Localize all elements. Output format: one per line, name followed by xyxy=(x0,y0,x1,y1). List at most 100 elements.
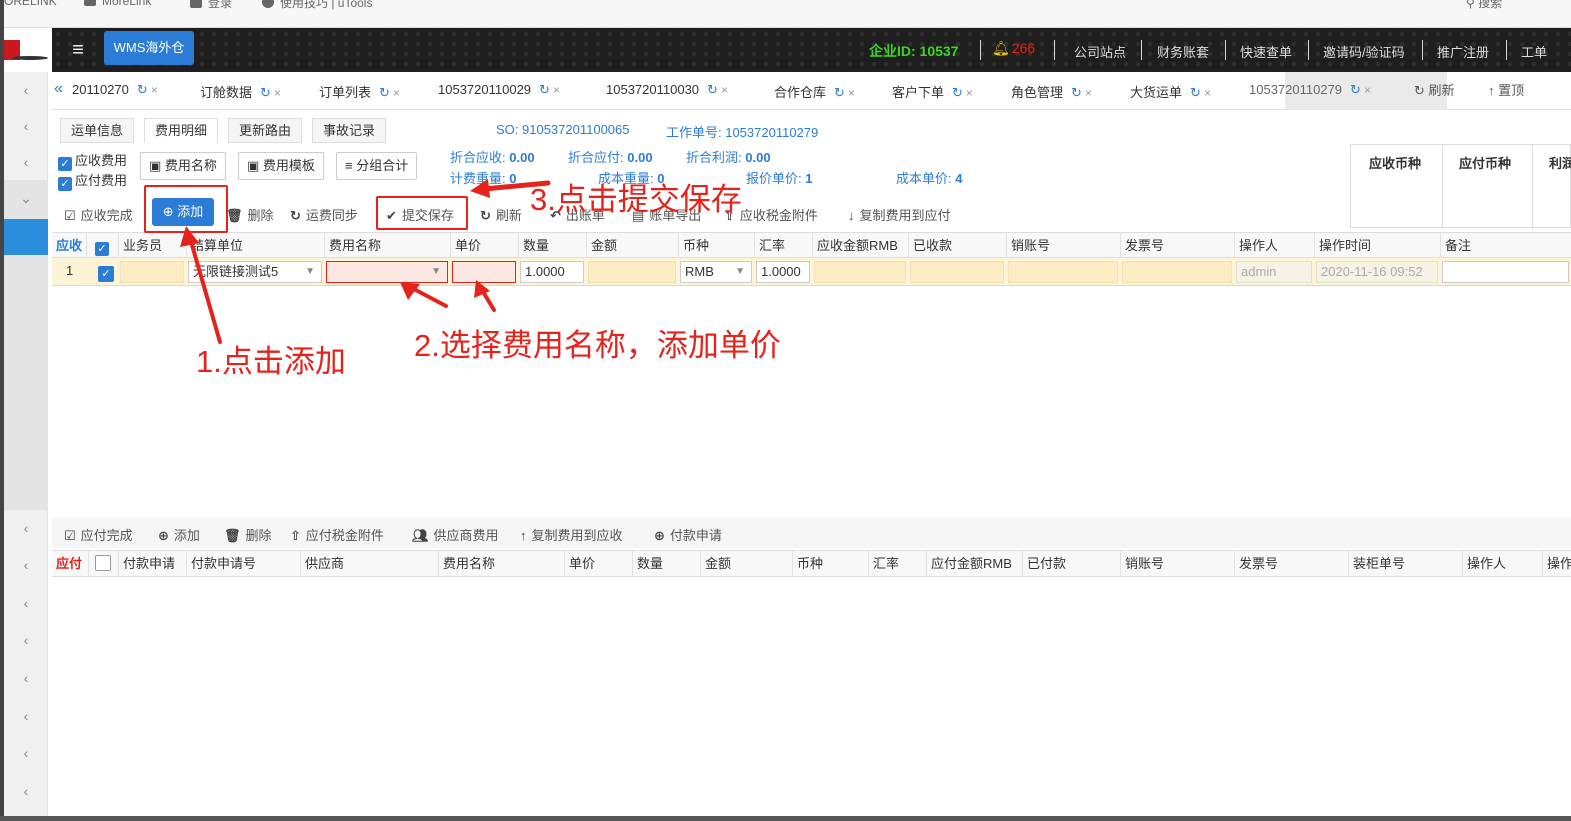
tabs-pin-top-button[interactable]: ↑ 置顶 xyxy=(1488,80,1524,99)
tabs-refresh-button[interactable]: ↻ 刷新 xyxy=(1414,80,1455,99)
payable-add-button[interactable]: ⊕ 添加 xyxy=(158,525,200,544)
notifications[interactable]: 🔔︎ 266 xyxy=(992,40,1035,57)
close-icon[interactable]: × xyxy=(151,83,158,97)
header-link-finance[interactable]: 财务账套 xyxy=(1157,42,1209,61)
copy-to-receivable-button[interactable]: ↑ 复制费用到应收 xyxy=(520,525,623,544)
close-icon[interactable]: × xyxy=(1204,86,1211,100)
payment-request-button[interactable]: ⊕ 付款申请 xyxy=(654,525,722,544)
hamburger-menu-icon[interactable]: ≡ xyxy=(66,38,90,62)
checkbox-checked[interactable]: ✓ xyxy=(95,242,109,256)
fee-template-button[interactable]: ▣ 费用模板 xyxy=(238,152,324,180)
close-icon[interactable]: × xyxy=(721,83,728,97)
sidebar-expand-icon[interactable]: ‹ xyxy=(4,698,48,734)
subtab-fee-detail[interactable]: 费用明细 xyxy=(144,118,219,143)
refresh-button[interactable]: ↻ 刷新 xyxy=(480,205,522,224)
refresh-icon[interactable]: ↻ xyxy=(379,85,390,100)
receivable-done-button[interactable]: ☑ 应收完成 xyxy=(64,205,133,224)
table-row[interactable]: 1 ✓ 无限链接测试5 ▼ ▼ 1.0000 RMB ▼ 1.0000 admin … xyxy=(52,258,1571,286)
refresh-icon[interactable]: ↻ xyxy=(1071,85,1082,100)
sidebar-expand-icon[interactable]: ‹ xyxy=(4,585,48,621)
sidebar-expand-icon[interactable]: ‹ xyxy=(4,735,48,771)
tab-partner-warehouse[interactable]: 合作仓库 ↻ × xyxy=(774,82,855,101)
sidebar-expand-icon[interactable]: ‹ xyxy=(4,547,48,583)
payable-fee-checkbox[interactable]: ✓ 应付费用 xyxy=(58,170,127,191)
refresh-icon[interactable]: ↻ xyxy=(539,82,550,97)
subtab-update-route[interactable]: 更新路由 xyxy=(228,118,303,143)
tab-order-list[interactable]: 订单列表 ↻ × xyxy=(319,82,400,101)
salesperson-cell[interactable] xyxy=(120,261,184,283)
browser-search[interactable]: ⚲ 搜索 xyxy=(1466,0,1502,11)
rate-input[interactable]: 1.0000 xyxy=(756,261,810,283)
refresh-icon[interactable]: ↻ xyxy=(137,82,148,97)
checkbox-checked[interactable]: ✓ xyxy=(98,266,114,282)
close-icon[interactable]: × xyxy=(966,86,973,100)
payable-select-all-checkbox[interactable] xyxy=(88,551,118,576)
unit-price-input[interactable] xyxy=(452,261,516,283)
row-checkbox[interactable]: ✓ xyxy=(94,261,116,283)
page-tabs: « 20110270 ↻ × 订舱数据 ↻ × 订单列表 ↻ × 1053720110029… xyxy=(52,72,1571,110)
wms-badge[interactable]: WMS海外仓 xyxy=(104,31,194,65)
bookmark-morelink[interactable]: MoreLink xyxy=(84,0,151,8)
tabs-scroll-left-icon[interactable]: « xyxy=(54,80,63,98)
tab-role-management[interactable]: 角色管理 ↻ × xyxy=(1011,82,1092,101)
sidebar-expand-icon[interactable]: ‹ xyxy=(4,144,48,180)
tab-20110270[interactable]: 20110270 ↻ × xyxy=(72,82,158,98)
header-link-invite-code[interactable]: 邀请码/验证码 xyxy=(1323,42,1405,61)
close-icon[interactable]: × xyxy=(274,86,281,100)
checkbox-checked[interactable]: ✓ xyxy=(58,157,72,171)
payable-done-button[interactable]: ☑ 应付完成 xyxy=(64,525,133,544)
payable-tax-attachment-button[interactable]: ⇧ 应付税金附件 xyxy=(290,525,384,544)
sidebar-collapse-icon[interactable]: ⌄ xyxy=(4,180,48,216)
header-link-ticket[interactable]: 工单 xyxy=(1521,42,1547,61)
tab-1053720110029[interactable]: 1053720110029 ↻ × xyxy=(438,82,560,98)
currency-select[interactable]: RMB ▼ xyxy=(680,261,752,283)
tab-booking-data[interactable]: 订舱数据 ↻ × xyxy=(200,82,281,101)
sidebar-item-active[interactable] xyxy=(4,219,48,255)
sidebar-expand-icon[interactable]: ‹ xyxy=(4,773,48,809)
subtab-waybill-info[interactable]: 运单信息 xyxy=(60,118,135,143)
select-value: RMB xyxy=(685,264,714,279)
refresh-icon[interactable]: ↻ xyxy=(260,85,271,100)
sidebar-expand-icon[interactable]: ‹ xyxy=(4,510,48,546)
tab-customer-order[interactable]: 客户下单 ↻ × xyxy=(892,82,973,101)
bookmark-utools[interactable]: 使用技巧 | uTools xyxy=(262,0,372,11)
fee-name-button[interactable]: ▣ 费用名称 xyxy=(140,152,226,180)
header-link-company-site[interactable]: 公司站点 xyxy=(1074,42,1126,61)
subtab-incident-record[interactable]: 事故记录 xyxy=(312,118,387,143)
close-icon[interactable]: × xyxy=(848,86,855,100)
bookmark-orelink[interactable]: ORELINK xyxy=(4,0,57,8)
sidebar-expand-icon[interactable]: ‹ xyxy=(4,108,48,144)
close-icon[interactable]: × xyxy=(393,86,400,100)
delete-button[interactable]: 🗑︎ 删除 xyxy=(226,205,274,224)
tab-1053720110030[interactable]: 1053720110030 ↻ × xyxy=(606,82,728,98)
bookmark-login[interactable]: 登录 xyxy=(190,0,232,11)
freight-sync-button[interactable]: ↻ 运费同步 xyxy=(290,205,358,224)
sidebar-expand-icon[interactable]: ‹ xyxy=(4,660,48,696)
supplier-fee-button[interactable]: 👥︎ 供应商费用 xyxy=(412,525,499,544)
refresh-icon[interactable]: ↻ xyxy=(1350,82,1361,97)
refresh-icon[interactable]: ↻ xyxy=(707,82,718,97)
remark-input[interactable] xyxy=(1442,261,1569,283)
group-total-button[interactable]: ≡ 分组合计 xyxy=(336,152,418,180)
refresh-icon[interactable]: ↻ xyxy=(952,85,963,100)
receivable-fee-checkbox[interactable]: ✓ 应收费用 xyxy=(58,150,127,171)
header-link-quick-query[interactable]: 快速查单 xyxy=(1240,42,1292,61)
refresh-icon[interactable]: ↻ xyxy=(1190,85,1201,100)
tab-1053720110279[interactable]: 1053720110279 ↻ × xyxy=(1249,82,1371,98)
close-icon[interactable]: × xyxy=(553,83,560,97)
settlement-unit-select[interactable]: 无限链接测试5 ▼ xyxy=(188,261,322,283)
tab-bulk-waybill[interactable]: 大货运单 ↻ × xyxy=(1130,82,1211,101)
checkbox-checked[interactable]: ✓ xyxy=(58,177,72,191)
fee-name-select[interactable]: ▼ xyxy=(326,261,448,283)
quantity-input[interactable]: 1.0000 xyxy=(520,261,584,283)
sidebar-expand-icon[interactable]: ‹ xyxy=(4,622,48,658)
payable-delete-button[interactable]: 🗑︎ 删除 xyxy=(224,525,272,544)
refresh-icon[interactable]: ↻ xyxy=(834,85,845,100)
header-link-promo-register[interactable]: 推广注册 xyxy=(1437,42,1489,61)
close-icon[interactable]: × xyxy=(1364,83,1371,97)
close-icon[interactable]: × xyxy=(1085,86,1092,100)
sidebar-expand-icon[interactable]: ‹ xyxy=(4,72,48,108)
select-all-checkbox[interactable]: ✓ xyxy=(86,233,118,258)
checkbox-unchecked[interactable] xyxy=(95,555,111,571)
copy-to-payable-button[interactable]: ↓ 复制费用到应付 xyxy=(848,205,951,224)
